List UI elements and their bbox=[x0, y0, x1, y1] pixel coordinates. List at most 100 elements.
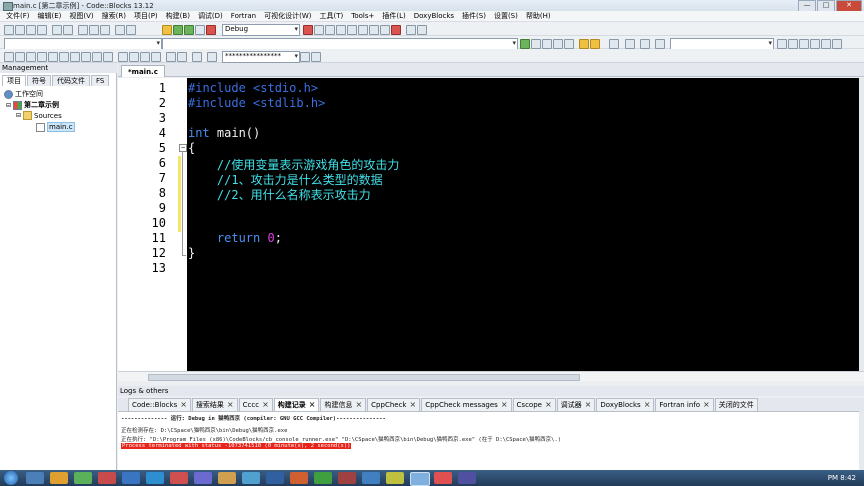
step-into-icon[interactable] bbox=[336, 25, 346, 35]
tab-symbols[interactable]: 符号 bbox=[27, 75, 51, 86]
app-icon-19[interactable] bbox=[458, 472, 476, 484]
edit-icon-4[interactable] bbox=[37, 52, 47, 62]
search-s-icon[interactable] bbox=[192, 52, 202, 62]
menu-search[interactable]: 搜索(R) bbox=[98, 11, 130, 21]
build-run-icon[interactable] bbox=[184, 25, 194, 35]
nav-back-icon[interactable] bbox=[777, 39, 787, 49]
edit-icon-12[interactable] bbox=[129, 52, 139, 62]
search-options-icon[interactable] bbox=[311, 52, 321, 62]
info-icon[interactable] bbox=[417, 25, 427, 35]
wrench-icon[interactable] bbox=[609, 39, 619, 49]
editor-tab-main[interactable]: *main.c bbox=[121, 65, 165, 77]
toggle-bookmark-icon[interactable] bbox=[531, 39, 541, 49]
log-tab-fortran-info[interactable]: Fortran info × bbox=[655, 398, 714, 411]
undo-icon[interactable] bbox=[52, 25, 62, 35]
app-icon-5[interactable] bbox=[122, 472, 140, 484]
code-editor[interactable]: #include <stdio.h> #include <stdlib.h> i… bbox=[187, 78, 859, 371]
fortran-icon-2[interactable] bbox=[640, 39, 650, 49]
edit-icon-3[interactable] bbox=[26, 52, 36, 62]
edit-icon-1[interactable] bbox=[4, 52, 14, 62]
run-icon[interactable] bbox=[173, 25, 183, 35]
debug-windows-icon[interactable] bbox=[406, 25, 416, 35]
close-tab-icon[interactable]: × bbox=[309, 399, 316, 411]
edit-icon-6[interactable] bbox=[59, 52, 69, 62]
scrollbar-thumb[interactable] bbox=[148, 374, 580, 381]
app-icon-14[interactable] bbox=[338, 472, 356, 484]
replace-icon[interactable] bbox=[126, 25, 136, 35]
app-icon-11[interactable] bbox=[266, 472, 284, 484]
paste-icon[interactable] bbox=[100, 25, 110, 35]
search-go-icon[interactable] bbox=[300, 52, 310, 62]
log-tab-build-messages[interactable]: 构建信息 × bbox=[320, 398, 367, 411]
outlook-icon[interactable] bbox=[146, 472, 164, 484]
menu-edit[interactable]: 编辑(E) bbox=[34, 11, 66, 21]
next-instruction-icon[interactable] bbox=[358, 25, 368, 35]
abort-icon[interactable] bbox=[206, 25, 216, 35]
menu-settings[interactable]: 设置(S) bbox=[490, 11, 522, 21]
app-icon-18[interactable] bbox=[434, 472, 452, 484]
edit-icon-9[interactable] bbox=[92, 52, 102, 62]
next-line-icon[interactable] bbox=[325, 25, 335, 35]
explorer-icon[interactable] bbox=[50, 472, 68, 484]
app-icon-7[interactable] bbox=[170, 472, 188, 484]
log-tab-closed-files[interactable]: 关闭的文件 bbox=[714, 398, 758, 411]
doxy-icon-1[interactable] bbox=[579, 39, 589, 49]
edit-icon-16[interactable] bbox=[177, 52, 187, 62]
jump-icon[interactable] bbox=[520, 39, 530, 49]
log-tab-doxyblocks[interactable]: DoxyBlocks × bbox=[596, 398, 655, 411]
menu-view[interactable]: 视图(V) bbox=[65, 11, 97, 21]
app-icon-13[interactable] bbox=[314, 472, 332, 484]
start-button-icon[interactable] bbox=[4, 471, 18, 485]
save-all-icon[interactable] bbox=[37, 25, 47, 35]
stop-debug-icon[interactable] bbox=[391, 25, 401, 35]
build-log-output[interactable]: -------------- 运行: Debug in 猫鸭西京 (compil… bbox=[118, 411, 859, 470]
log-tab-cppcheck[interactable]: CppCheck × bbox=[367, 398, 421, 411]
search-refresh-icon[interactable] bbox=[207, 52, 217, 62]
menu-doxyblocks[interactable]: DoxyBlocks bbox=[410, 12, 458, 20]
fortran-icon-3[interactable] bbox=[655, 39, 665, 49]
tab-projects[interactable]: 项目 bbox=[2, 75, 26, 86]
edit-icon-8[interactable] bbox=[81, 52, 91, 62]
codeblocks-taskbar-icon[interactable] bbox=[410, 472, 430, 486]
copy-icon[interactable] bbox=[89, 25, 99, 35]
code-icon-2[interactable] bbox=[553, 39, 563, 49]
code-icon-3[interactable] bbox=[564, 39, 574, 49]
app-icon-12[interactable] bbox=[290, 472, 308, 484]
log-tab-cscope[interactable]: Cscope × bbox=[512, 398, 556, 411]
break-icon[interactable] bbox=[380, 25, 390, 35]
build-target-select[interactable]: Debug bbox=[222, 24, 300, 36]
menu-build[interactable]: 构建(B) bbox=[162, 11, 194, 21]
log-tab-codeblocks[interactable]: Code::Blocks × bbox=[128, 398, 191, 411]
log-tab-cppcheck-messages[interactable]: CppCheck messages × bbox=[421, 398, 512, 411]
build-gear-icon[interactable] bbox=[162, 25, 172, 35]
close-tab-icon[interactable]: × bbox=[262, 399, 269, 411]
tree-file-main[interactable]: main.c bbox=[36, 122, 75, 132]
edit-icon-13[interactable] bbox=[140, 52, 150, 62]
close-tab-icon[interactable]: × bbox=[501, 399, 508, 411]
edit-icon-7[interactable] bbox=[70, 52, 80, 62]
app-icon-3[interactable] bbox=[74, 472, 92, 484]
search-combo[interactable]: **************** bbox=[222, 51, 300, 63]
code-icon-1[interactable] bbox=[542, 39, 552, 49]
redo-icon[interactable] bbox=[63, 25, 73, 35]
ie-icon[interactable] bbox=[26, 472, 44, 484]
fortran-icon-1[interactable] bbox=[625, 39, 635, 49]
nav-icon-4[interactable] bbox=[810, 39, 820, 49]
close-tab-icon[interactable]: × bbox=[409, 399, 416, 411]
open-icon[interactable] bbox=[15, 25, 25, 35]
doxy-icon-2[interactable] bbox=[590, 39, 600, 49]
menu-project[interactable]: 项目(P) bbox=[130, 11, 162, 21]
app-icon-16[interactable] bbox=[386, 472, 404, 484]
app-icon-10[interactable] bbox=[242, 472, 260, 484]
close-tab-icon[interactable]: × bbox=[355, 399, 362, 411]
menu-help[interactable]: 帮助(H) bbox=[522, 11, 555, 21]
new-file-icon[interactable] bbox=[4, 25, 14, 35]
menu-fortran[interactable]: Fortran bbox=[227, 12, 260, 20]
edit-icon-10[interactable] bbox=[103, 52, 113, 62]
nav-icon-3[interactable] bbox=[799, 39, 809, 49]
log-tab-debugger[interactable]: 调试器 × bbox=[556, 398, 596, 411]
app-icon-8[interactable] bbox=[194, 472, 212, 484]
menu-file[interactable]: 文件(F) bbox=[2, 11, 34, 21]
close-tab-icon[interactable]: × bbox=[585, 399, 592, 411]
edit-icon-11[interactable] bbox=[118, 52, 128, 62]
